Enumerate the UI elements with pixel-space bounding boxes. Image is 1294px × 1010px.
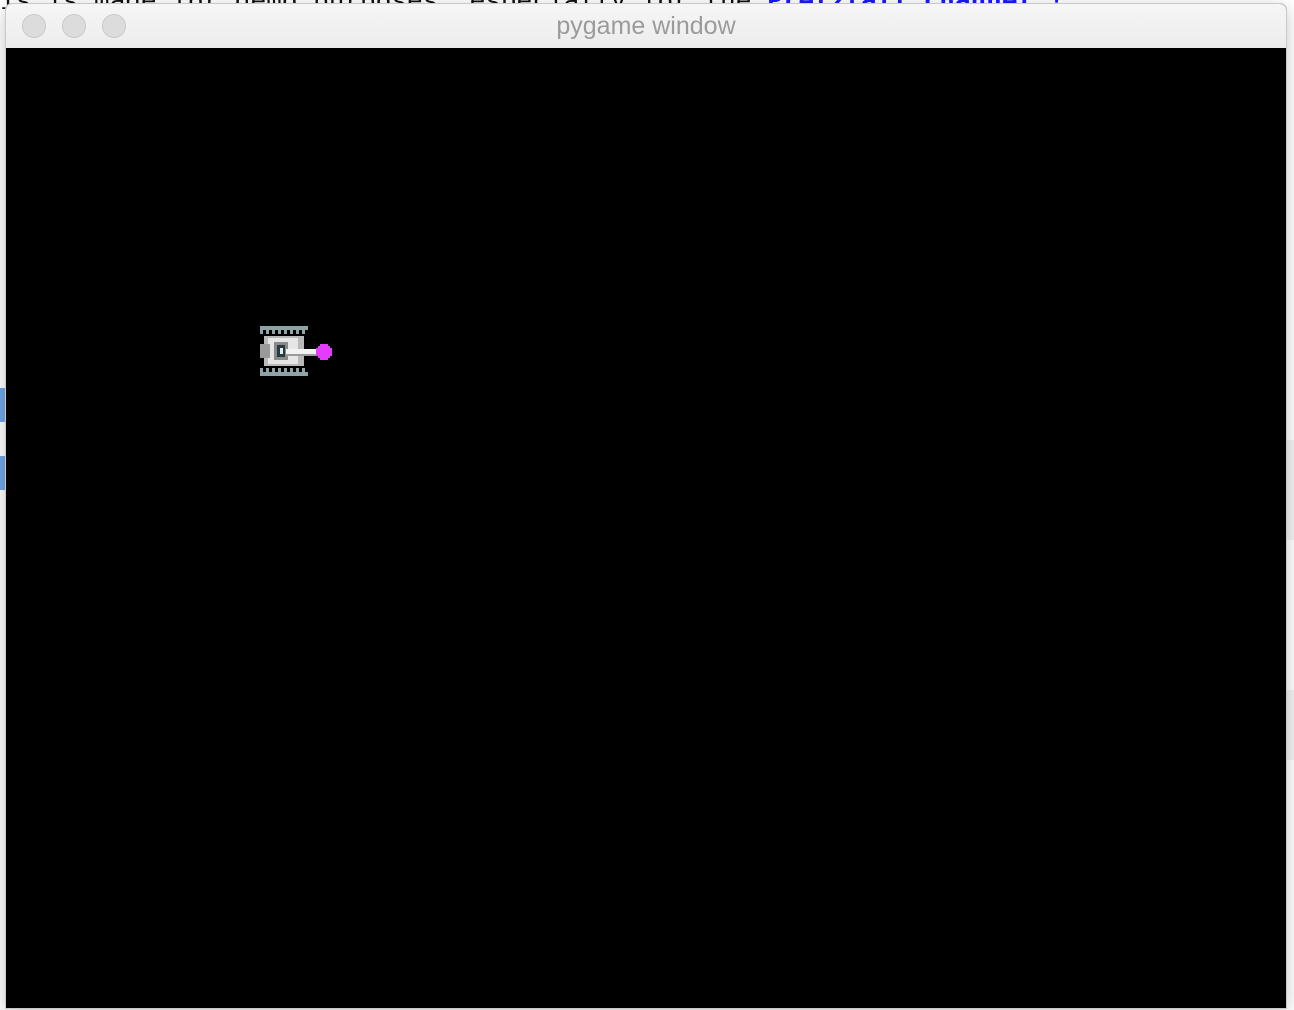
background-panel-strip [1286,690,1294,760]
tank-hull [260,336,316,366]
tank-top-tread [260,326,308,334]
game-canvas[interactable] [6,48,1286,1008]
tank-sprite-icon [260,326,332,376]
pygame-window[interactable]: pygame window [6,4,1286,1008]
window-title: pygame window [556,12,736,40]
window-titlebar[interactable]: pygame window [6,4,1286,49]
background-panel-strip [1286,440,1294,540]
projectile-icon [316,344,332,360]
tank-bottom-tread [260,368,308,376]
